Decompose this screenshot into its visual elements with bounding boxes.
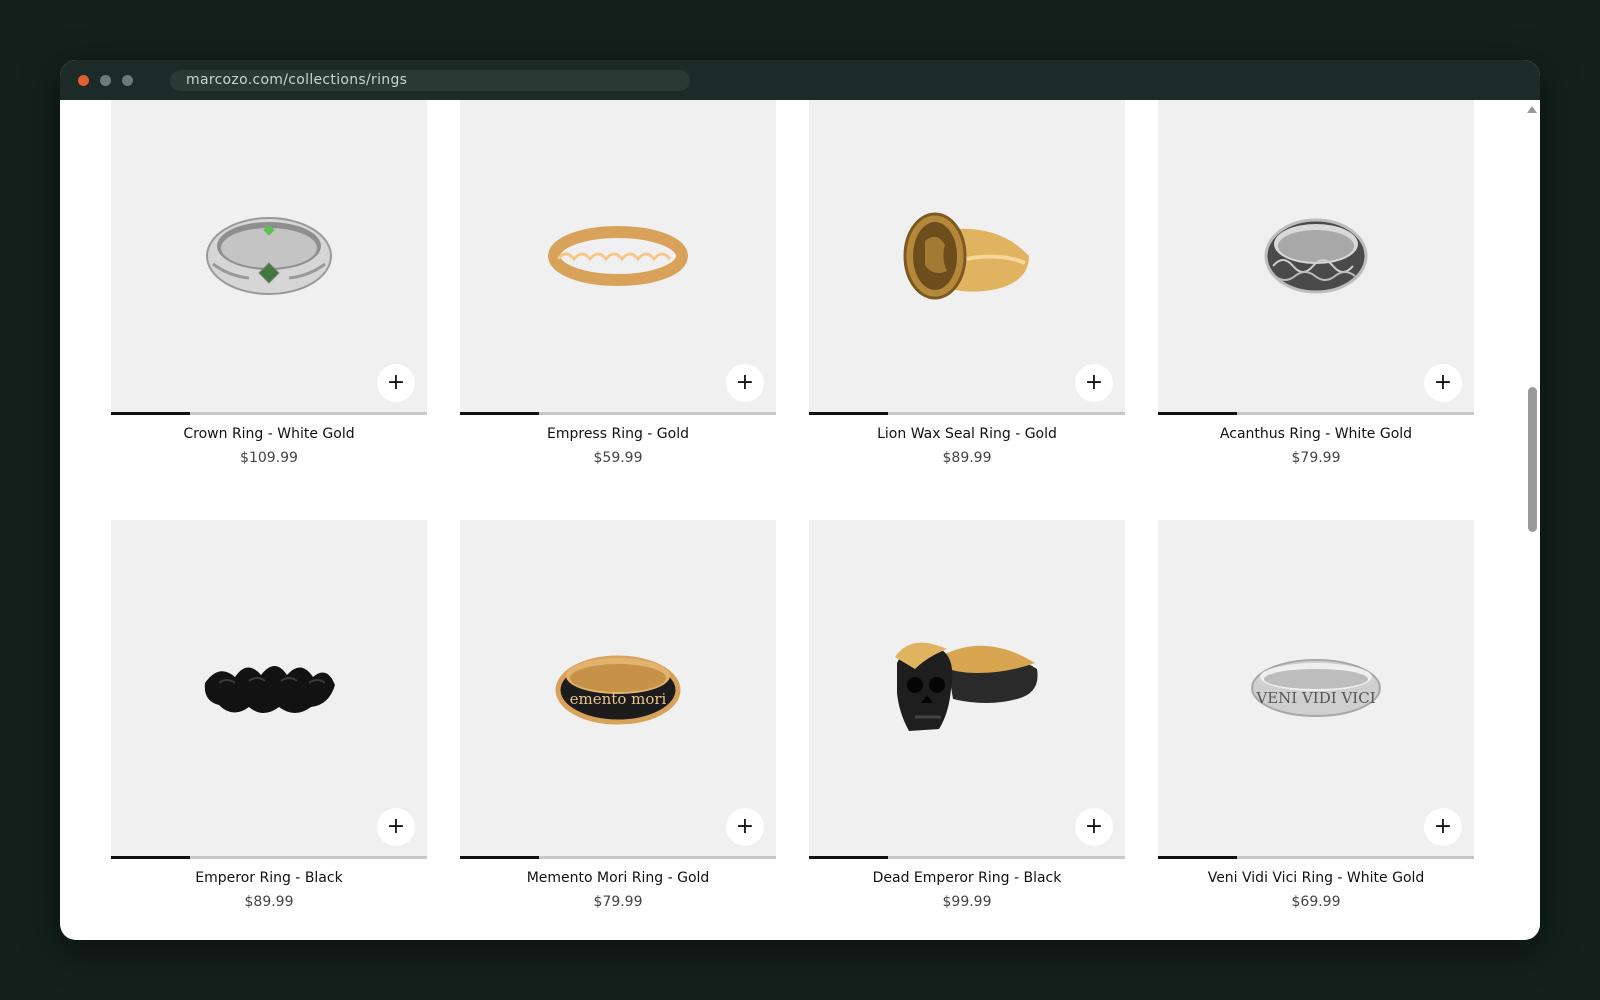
scrollbar-thumb[interactable] bbox=[1528, 387, 1537, 532]
add-to-cart-button[interactable]: + bbox=[726, 364, 764, 402]
add-to-cart-button[interactable]: + bbox=[1075, 808, 1113, 846]
progress-fill bbox=[111, 856, 190, 859]
empress-ring-image bbox=[548, 226, 688, 286]
product-price: $89.99 bbox=[244, 894, 294, 910]
product-name[interactable]: Acanthus Ring - White Gold bbox=[1158, 426, 1474, 442]
progress-fill bbox=[460, 412, 539, 415]
image-carousel-progress bbox=[460, 856, 776, 859]
memento-mori-ring-image: emento mori bbox=[555, 655, 681, 725]
image-carousel-progress bbox=[1158, 412, 1474, 415]
product-grid: + Crown Ring - White Gold $109.99 + Empr… bbox=[60, 100, 1540, 940]
plus-icon: + bbox=[386, 370, 406, 395]
product-price: $59.99 bbox=[593, 450, 643, 466]
product-name[interactable]: Memento Mori Ring - Gold bbox=[460, 870, 776, 886]
progress-fill bbox=[1158, 856, 1237, 859]
plus-icon: + bbox=[1433, 814, 1453, 839]
product-price: $109.99 bbox=[240, 450, 298, 466]
product-price: $69.99 bbox=[1291, 894, 1341, 910]
product-price: $89.99 bbox=[942, 450, 992, 466]
maximize-window-button[interactable] bbox=[122, 75, 133, 86]
veni-vidi-vici-ring-image: VENI VIDI VICI bbox=[1251, 659, 1381, 717]
vertical-scrollbar[interactable] bbox=[1524, 100, 1540, 940]
product-image[interactable]: + bbox=[111, 100, 427, 412]
scroll-up-arrow-icon[interactable] bbox=[1527, 106, 1537, 113]
add-to-cart-button[interactable]: + bbox=[377, 364, 415, 402]
add-to-cart-button[interactable]: + bbox=[1075, 364, 1113, 402]
lion-seal-ring-image bbox=[903, 212, 1029, 300]
image-carousel-progress bbox=[111, 412, 427, 415]
plus-icon: + bbox=[386, 814, 406, 839]
progress-fill bbox=[809, 856, 888, 859]
progress-fill bbox=[460, 856, 539, 859]
product-price: $79.99 bbox=[1291, 450, 1341, 466]
product-name[interactable]: Emperor Ring - Black bbox=[111, 870, 427, 886]
product-name[interactable]: Crown Ring - White Gold bbox=[111, 426, 427, 442]
engraving-text: VENI VIDI VICI bbox=[1255, 689, 1375, 707]
product-image[interactable]: + bbox=[460, 100, 776, 412]
plus-icon: + bbox=[1084, 814, 1104, 839]
crown-ring-image bbox=[206, 217, 332, 295]
image-carousel-progress bbox=[111, 856, 427, 859]
close-window-button[interactable] bbox=[78, 75, 89, 86]
product-image[interactable]: + bbox=[809, 520, 1125, 856]
browser-window: marcozo.com/collections/rings + Crown Ri… bbox=[60, 60, 1540, 940]
add-to-cart-button[interactable]: + bbox=[1424, 808, 1462, 846]
browser-toolbar: marcozo.com/collections/rings bbox=[60, 60, 1540, 100]
engraving-text: emento mori bbox=[570, 690, 667, 708]
plus-icon: + bbox=[1433, 370, 1453, 395]
plus-icon: + bbox=[735, 370, 755, 395]
plus-icon: + bbox=[735, 814, 755, 839]
product-price: $99.99 bbox=[942, 894, 992, 910]
dead-emperor-ring-image bbox=[895, 642, 1038, 731]
image-carousel-progress bbox=[1158, 856, 1474, 859]
plus-icon: + bbox=[1084, 370, 1104, 395]
product-image[interactable]: emento mori + bbox=[460, 520, 776, 856]
product-price: $79.99 bbox=[593, 894, 643, 910]
acanthus-ring-image bbox=[1264, 218, 1368, 294]
product-image[interactable]: VENI VIDI VICI + bbox=[1158, 520, 1474, 856]
add-to-cart-button[interactable]: + bbox=[1424, 364, 1462, 402]
emperor-ring-image bbox=[204, 666, 335, 713]
image-carousel-progress bbox=[460, 412, 776, 415]
product-image[interactable]: + bbox=[111, 520, 427, 856]
add-to-cart-button[interactable]: + bbox=[726, 808, 764, 846]
image-carousel-progress bbox=[809, 856, 1125, 859]
progress-fill bbox=[111, 412, 190, 415]
product-name[interactable]: Empress Ring - Gold bbox=[460, 426, 776, 442]
product-image[interactable]: + bbox=[809, 100, 1125, 412]
progress-fill bbox=[1158, 412, 1237, 415]
product-name[interactable]: Veni Vidi Vici Ring - White Gold bbox=[1158, 870, 1474, 886]
product-image[interactable]: + bbox=[1158, 100, 1474, 412]
add-to-cart-button[interactable]: + bbox=[377, 808, 415, 846]
product-name[interactable]: Dead Emperor Ring - Black bbox=[809, 870, 1125, 886]
image-carousel-progress bbox=[809, 412, 1125, 415]
product-name[interactable]: Lion Wax Seal Ring - Gold bbox=[809, 426, 1125, 442]
progress-fill bbox=[809, 412, 888, 415]
minimize-window-button[interactable] bbox=[100, 75, 111, 86]
address-bar[interactable]: marcozo.com/collections/rings bbox=[170, 70, 690, 91]
